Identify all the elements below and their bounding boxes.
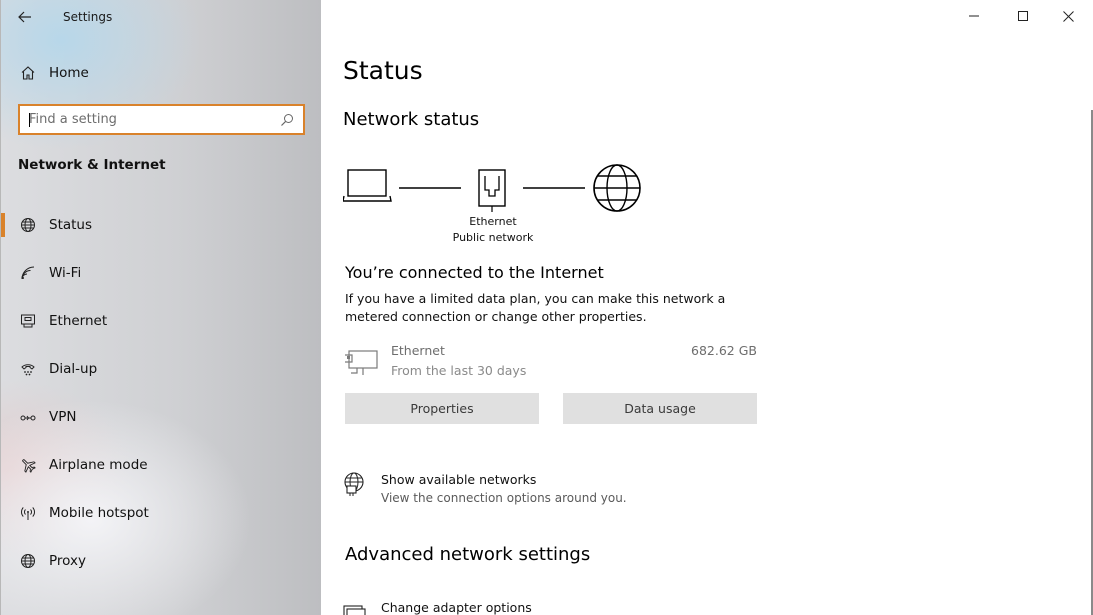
change-adapter-options-link[interactable]: Change adapter options — [343, 600, 743, 615]
link-title: Show available networks — [381, 472, 537, 487]
sidebar-item-dialup[interactable]: Dial-up — [1, 353, 322, 385]
ethernet-icon — [20, 313, 36, 329]
sidebar-item-vpn[interactable]: VPN — [1, 401, 322, 433]
home-label: Home — [49, 65, 89, 81]
sidebar-item-label: Wi-Fi — [49, 265, 82, 281]
ethernet-adapter-icon — [345, 350, 378, 375]
properties-button[interactable]: Properties — [345, 393, 539, 424]
sidebar-item-label: Mobile hotspot — [49, 505, 149, 521]
home-icon — [20, 65, 36, 81]
sidebar-item-home[interactable]: Home — [1, 57, 322, 89]
sidebar-item-label: Status — [49, 217, 93, 233]
sidebar-item-status[interactable]: Status — [1, 209, 322, 241]
close-icon — [1062, 10, 1074, 22]
show-available-networks-link[interactable]: Show available networks View the connect… — [343, 472, 743, 512]
sidebar-item-ethernet[interactable]: Ethernet — [1, 305, 322, 337]
content-pane: Status Network status Ethernet Public ne… — [321, 0, 1093, 615]
link-title: Change adapter options — [381, 600, 532, 615]
adapter-icon — [343, 605, 366, 615]
diagram-label: Ethernet Public network — [438, 214, 548, 246]
minimize-icon — [969, 15, 979, 17]
search-icon[interactable] — [279, 112, 295, 128]
data-usage-button[interactable]: Data usage — [563, 393, 757, 424]
usage-amount: 682.62 GB — [691, 343, 757, 358]
section-title: Network & Internet — [18, 157, 166, 173]
network-type: Public network — [452, 231, 534, 244]
adapter-name: Ethernet — [469, 215, 517, 228]
sidebar-item-label: VPN — [49, 409, 77, 425]
wifi-icon — [20, 265, 36, 281]
window-title: Settings — [63, 10, 113, 24]
globe-icon — [593, 164, 641, 212]
connection-description: If you have a limited data plan, you can… — [345, 291, 726, 324]
sidebar-item-airplane-mode[interactable]: Airplane mode — [1, 449, 322, 481]
usage-adapter-name: Ethernet — [391, 343, 445, 358]
globe-icon — [20, 553, 36, 569]
globe-icon — [20, 217, 36, 233]
sidebar-nav: Status Wi-Fi Ethernet Dial-up VPN Airpla… — [1, 209, 322, 593]
text-caret — [29, 113, 30, 127]
airplane-icon — [20, 457, 36, 473]
sidebar-item-proxy[interactable]: Proxy — [1, 545, 322, 577]
maximize-icon — [1018, 11, 1028, 21]
page-title: Status — [343, 56, 423, 85]
close-button[interactable] — [1045, 0, 1091, 32]
back-button[interactable] — [1, 0, 49, 34]
usage-period: From the last 30 days — [391, 363, 527, 378]
sidebar-item-label: Dial-up — [49, 361, 98, 377]
dialup-icon — [20, 361, 36, 377]
vpn-icon — [20, 409, 36, 425]
ethernet-port-icon — [478, 169, 506, 212]
sidebar: Settings Home Network & Internet — [0, 0, 321, 615]
network-status-heading: Network status — [343, 109, 480, 130]
connection-status-text: You’re connected to the Internet — [345, 263, 604, 282]
search-input[interactable] — [20, 106, 279, 133]
data-usage-summary: Ethernet From the last 30 days 682.62 GB — [345, 343, 757, 383]
sidebar-item-label: Airplane mode — [49, 457, 148, 473]
advanced-settings-heading: Advanced network settings — [345, 544, 591, 565]
hotspot-icon — [20, 505, 36, 521]
sidebar-item-mobile-hotspot[interactable]: Mobile hotspot — [1, 497, 322, 529]
network-globe-icon — [344, 472, 364, 496]
minimize-button[interactable] — [951, 0, 997, 32]
laptop-icon — [343, 169, 392, 202]
maximize-button[interactable] — [1000, 0, 1046, 32]
search-box[interactable] — [18, 104, 305, 135]
title-bar: Settings — [1, 0, 322, 34]
link-subtitle: View the connection options around you. — [381, 491, 627, 505]
sidebar-item-label: Proxy — [49, 553, 86, 569]
sidebar-item-label: Ethernet — [49, 313, 108, 329]
sidebar-item-wifi[interactable]: Wi-Fi — [1, 257, 322, 289]
back-arrow-icon — [18, 11, 31, 23]
